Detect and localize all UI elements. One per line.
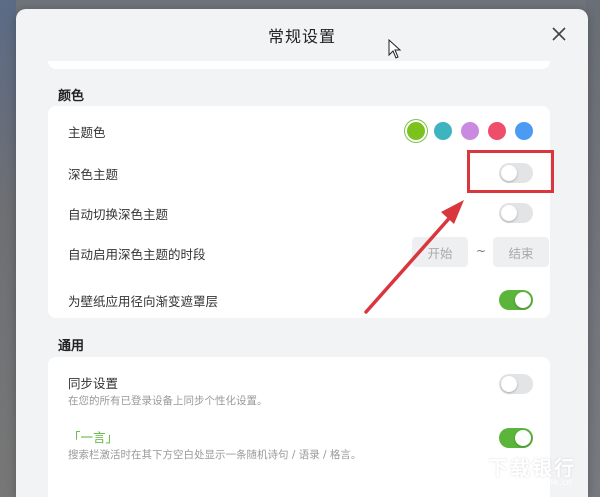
watermark: 下载银行 www.downbank.cn: [440, 450, 590, 490]
watermark-url: www.downbank.cn: [490, 478, 573, 487]
watermark-name: 下载银行: [488, 456, 576, 480]
watermark-logo-icon: [441, 452, 483, 488]
annotation-arrow-icon: [364, 200, 464, 314]
